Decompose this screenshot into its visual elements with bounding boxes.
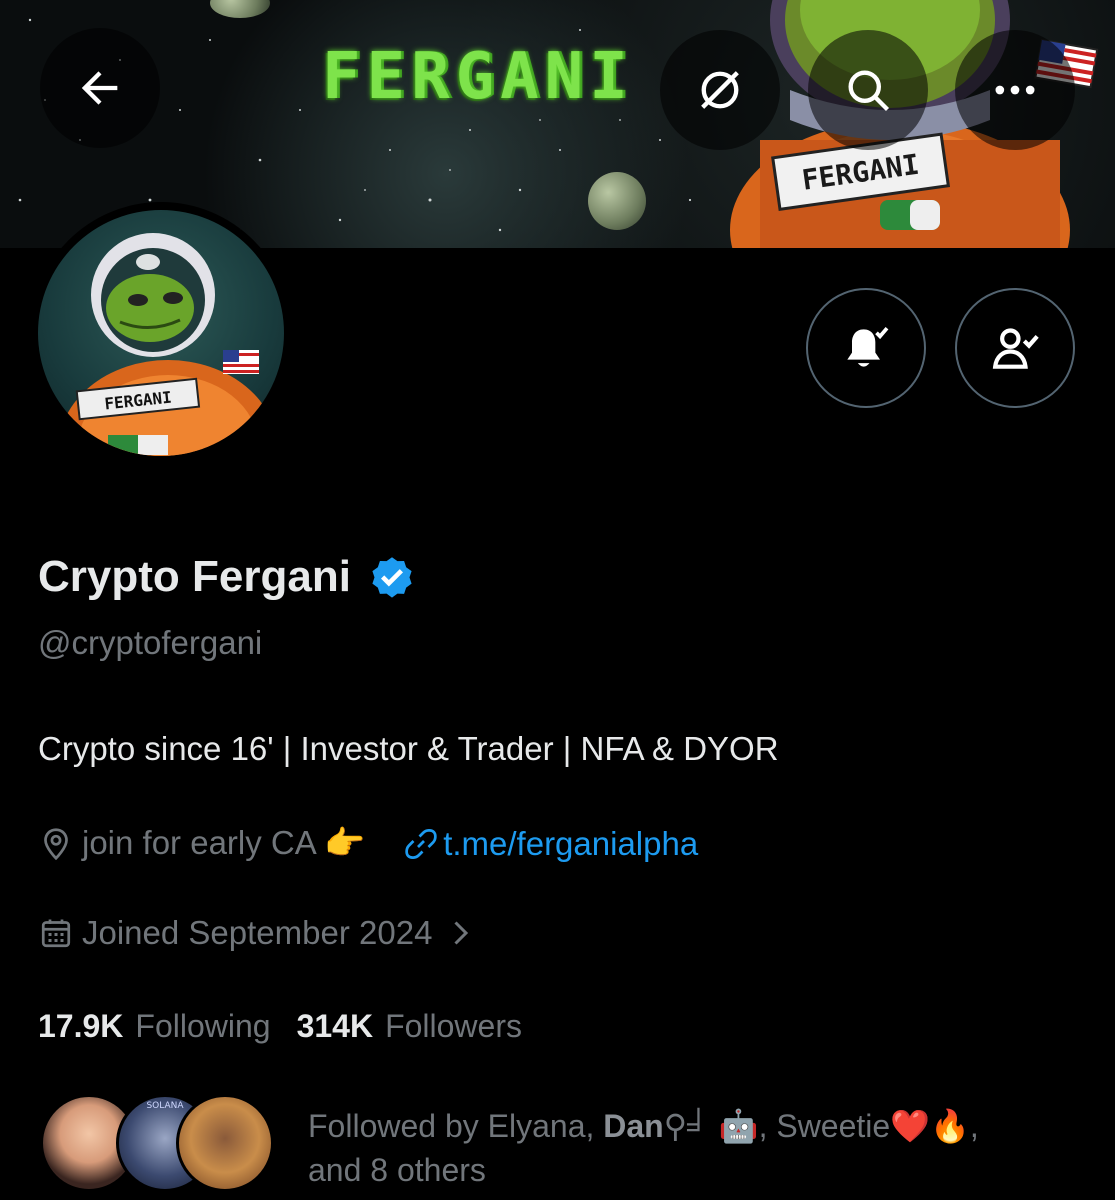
link-icon (405, 828, 437, 859)
person-check-icon (992, 328, 1039, 369)
followed-by-bold-name: Dan (603, 1108, 664, 1144)
joined-row[interactable]: Joined September 2024 (38, 914, 486, 952)
verified-badge-icon[interactable] (367, 552, 417, 602)
arrow-left-icon (81, 71, 118, 105)
bell-check-icon (847, 326, 889, 367)
followed-by-others: and 8 others (308, 1152, 486, 1188)
grok-button[interactable] (660, 30, 780, 150)
profile-link[interactable]: t.me/ferganialpha (403, 825, 698, 863)
back-button[interactable] (40, 28, 160, 148)
followed-by-text[interactable]: Followed by Elyana, Dan⚲╛ 🤖, Sweetie❤️🔥,… (308, 1104, 1068, 1192)
profile-link-text[interactable]: t.me/ferganialpha (443, 825, 698, 863)
notifications-button[interactable] (806, 288, 926, 408)
more-dots-icon (995, 85, 1035, 95)
username-handle: @cryptofergani (38, 624, 263, 661)
slash-circle-icon (701, 71, 739, 109)
following-count[interactable]: 17.9K (38, 1008, 123, 1045)
banner-title: FERGANI (322, 40, 634, 114)
display-name: Crypto Fergani (38, 552, 351, 601)
mutual-avatar-3 (176, 1094, 274, 1192)
followers-label[interactable]: Followers (385, 1008, 522, 1045)
followed-by-prefix: Followed by Elyana, (308, 1108, 604, 1144)
followed-by-suffix: ⚲╛ 🤖, Sweetie❤️🔥, (663, 1108, 979, 1144)
search-button[interactable] (808, 30, 928, 150)
chevron-right-icon (454, 921, 469, 945)
profile-bio: Crypto since 16' | Investor & Trader | N… (38, 730, 779, 767)
calendar-icon (41, 919, 71, 948)
search-icon (848, 70, 890, 112)
location-text: join for early CA 👉 (82, 824, 366, 861)
follow-stats: 17.9K Following 314K Followers (38, 1008, 548, 1045)
joined-date: Joined September 2024 (82, 914, 433, 951)
more-button[interactable] (955, 30, 1075, 150)
mutual-followers-avatars[interactable]: SOLANA (40, 1094, 280, 1194)
planet-round (588, 172, 646, 230)
location-pin-icon (44, 827, 68, 860)
following-label[interactable]: Following (135, 1008, 270, 1045)
profile-avatar[interactable]: FERGANI (30, 202, 292, 464)
profile-meta-row: join for early CA 👉 t.me/ferganialpha (38, 824, 698, 863)
avatar-image: FERGANI (58, 233, 278, 456)
following-button[interactable] (955, 288, 1075, 408)
followers-count[interactable]: 314K (297, 1008, 374, 1045)
